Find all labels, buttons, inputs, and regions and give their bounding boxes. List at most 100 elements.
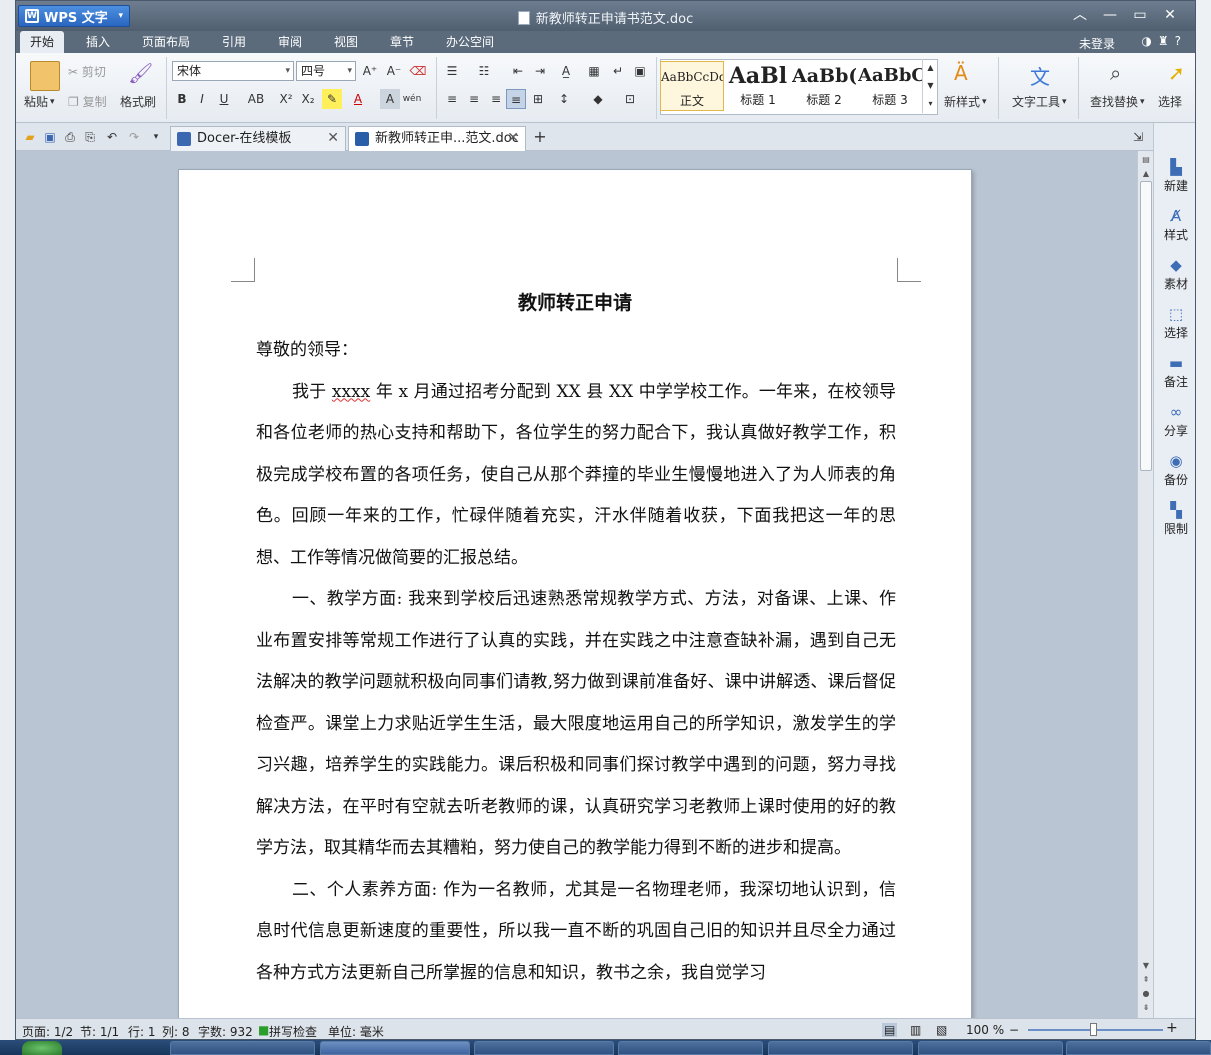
distribute-icon[interactable]: ⊞ (528, 89, 548, 109)
italic-icon[interactable]: I (192, 89, 212, 109)
ribbon-collapse-icon[interactable]: ︿ (1066, 5, 1094, 25)
tab-home[interactable]: 开始 (20, 31, 65, 53)
align-justify-icon[interactable]: ≡ (506, 89, 526, 109)
line-break-icon[interactable]: ↵ (608, 61, 628, 81)
help-icon[interactable]: ? (1175, 34, 1187, 48)
maximize-button[interactable]: ▭ (1126, 5, 1154, 25)
taskbar-app-wps[interactable] (320, 1041, 470, 1055)
char-shading-icon[interactable]: A (380, 89, 400, 109)
table-icon[interactable]: ▦ (584, 61, 604, 81)
tab-review[interactable]: 审阅 (268, 31, 312, 53)
font-name-select[interactable]: 宋体 ▾ (172, 61, 294, 81)
increase-indent-icon[interactable]: ⇥ (530, 61, 550, 81)
style-normal[interactable]: AaBbCcDd 正文 (660, 61, 724, 111)
side-new-button[interactable]: ▙ 新建 (1154, 157, 1195, 194)
taskbar-app-7[interactable] (1066, 1041, 1211, 1055)
shrink-font-icon[interactable]: A⁻ (384, 61, 404, 81)
side-comment-button[interactable]: ▬ 备注 (1154, 353, 1195, 390)
copy-button[interactable]: ❐ 复制 (68, 93, 107, 110)
select-button[interactable]: 选择 (1158, 93, 1182, 110)
tab-chapter[interactable]: 章节 (380, 31, 424, 53)
side-restrict-button[interactable]: ▚ 限制 (1154, 500, 1195, 537)
taskbar-app-4[interactable] (618, 1041, 763, 1055)
style-heading-3[interactable]: AaBbC 标题 3 (858, 61, 922, 111)
taskbar-app-1[interactable] (170, 1041, 315, 1055)
save-icon[interactable]: ▣ (40, 127, 60, 147)
scrollbar-thumb[interactable] (1140, 181, 1152, 471)
superscript-icon[interactable]: X² (276, 89, 296, 109)
style-heading-2[interactable]: AaBb(标题 2 (792, 61, 856, 111)
style-gallery-scroll[interactable]: ▲ ▼ ▾ (922, 59, 938, 113)
web-view-icon[interactable]: ▧ (936, 1023, 947, 1037)
font-size-select[interactable]: 四号 ▾ (296, 61, 356, 81)
side-select-button[interactable]: ⬚ 选择 (1154, 304, 1195, 341)
side-backup-button[interactable]: ◉ 备份 (1154, 451, 1195, 488)
status-spell-check[interactable]: 拼写检查 (269, 1023, 317, 1039)
align-left-icon[interactable]: ≡ (442, 89, 462, 109)
show-marks-icon[interactable]: ▣ (630, 61, 650, 81)
tab-office-space[interactable]: 办公空间 (436, 31, 504, 53)
print-preview-icon[interactable]: ⎘ (80, 127, 100, 147)
border-icon[interactable]: ⊡ (620, 89, 640, 109)
align-center-icon[interactable]: ≡ (464, 89, 484, 109)
doc-tab-active[interactable]: 新教师转正申...范文.doc ✕ (348, 126, 526, 151)
cut-button[interactable]: ✂ 剪切 (68, 63, 106, 80)
shirt-icon[interactable]: ♜ (1158, 34, 1175, 48)
clear-format-icon[interactable]: ⌫ (408, 61, 428, 81)
panel-toggle-icon[interactable]: ⇲ (1128, 127, 1148, 147)
paste-icon[interactable] (30, 61, 60, 91)
side-style-button[interactable]: A̸ 样式 (1154, 206, 1195, 243)
align-right-icon[interactable]: ≡ (486, 89, 506, 109)
tab-page-layout[interactable]: 页面布局 (132, 31, 200, 53)
quick-access-dropdown[interactable]: ▾ (146, 127, 166, 147)
scroll-up-arrow[interactable]: ▲ (1138, 169, 1154, 178)
print-icon[interactable]: ⎙ (60, 127, 80, 147)
page-view-icon[interactable]: ▤ (882, 1023, 898, 1037)
font-color-icon[interactable]: A (348, 89, 368, 109)
text-tools-button[interactable]: 文字工具 ▾ (1012, 93, 1067, 110)
zoom-out-icon[interactable]: − (1009, 1023, 1019, 1037)
skin-icon[interactable]: ◑ (1141, 34, 1157, 48)
bullet-list-icon[interactable]: ☰ (442, 61, 462, 81)
tab-references[interactable]: 引用 (212, 31, 256, 53)
taskbar-app-3[interactable] (474, 1041, 614, 1055)
taskbar-app-6[interactable] (918, 1041, 1063, 1055)
select-browse-icon[interactable]: ● (1138, 989, 1154, 998)
tab-view[interactable]: 视图 (324, 31, 368, 53)
document-page[interactable]: 教师转正申请 尊敬的领导： 我于 xxxx 年 x 月通过招考分配到 XX 县 … (178, 169, 972, 1018)
tab-insert[interactable]: 插入 (76, 31, 120, 53)
login-status[interactable]: 未登录 (1079, 35, 1115, 52)
underline-icon[interactable]: U (214, 89, 234, 109)
side-material-button[interactable]: ◆ 素材 (1154, 255, 1195, 292)
shading-icon[interactable]: ◆ (588, 89, 608, 109)
grow-font-icon[interactable]: A⁺ (360, 61, 380, 81)
bold-icon[interactable]: B (172, 89, 192, 109)
start-orb-icon[interactable] (22, 1041, 62, 1055)
new-tab-icon[interactable]: + (530, 127, 550, 147)
line-spacing-icon[interactable]: ↕ (554, 89, 574, 109)
next-page-icon[interactable]: ⇟ (1138, 1003, 1154, 1012)
format-painter-button[interactable]: 格式刷 (120, 93, 156, 110)
close-icon[interactable]: ✕ (507, 127, 519, 150)
scroll-down-arrow[interactable]: ▼ (1138, 961, 1154, 970)
doc-tab-docer[interactable]: Docer-在线模板 ✕ (170, 126, 346, 151)
strikethrough-icon[interactable]: AB (242, 89, 270, 109)
new-style-button[interactable]: 新样式 ▾ (944, 93, 987, 110)
zoom-in-icon[interactable]: + (1166, 1020, 1178, 1036)
status-unit[interactable]: 单位: 毫米 (328, 1023, 384, 1039)
ruler-toggle-icon[interactable]: ▤ (1138, 155, 1154, 164)
minimize-button[interactable]: — (1096, 5, 1124, 25)
subscript-icon[interactable]: X₂ (298, 89, 318, 109)
vertical-scrollbar[interactable]: ▤ ▲ ▼ ⇞ ● ⇟ (1137, 151, 1153, 1018)
redo-icon[interactable]: ↷ (124, 127, 144, 147)
zoom-level[interactable]: 100 % (966, 1023, 1004, 1037)
text-direction-icon[interactable]: A̲ (556, 61, 576, 81)
side-share-button[interactable]: ∞ 分享 (1154, 402, 1195, 439)
zoom-slider-handle[interactable] (1090, 1023, 1097, 1036)
paste-button[interactable]: 粘贴 ▾ (24, 93, 55, 110)
prev-page-icon[interactable]: ⇞ (1138, 975, 1154, 984)
close-icon[interactable]: ✕ (327, 127, 339, 150)
style-heading-1[interactable]: AaBl 标题 1 (726, 61, 790, 111)
phonetic-guide-icon[interactable]: wén (402, 89, 422, 109)
highlight-icon[interactable]: ✎ (322, 89, 342, 109)
